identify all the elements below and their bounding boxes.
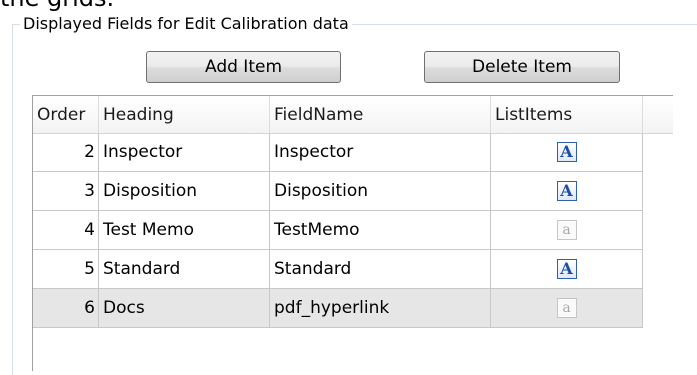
text-list-icon[interactable]: A (556, 142, 577, 162)
column-header-heading[interactable]: Heading (99, 96, 270, 133)
add-item-button[interactable]: Add Item (146, 51, 341, 83)
fieldname-cell[interactable]: TestMemo (270, 211, 491, 250)
groupbox-title: Displayed Fields for Edit Calibration da… (20, 14, 352, 34)
clipped-top-text: the grids. (0, 0, 114, 12)
order-cell[interactable]: 2 (33, 133, 99, 172)
heading-cell[interactable]: Standard (99, 250, 270, 289)
table-row[interactable]: 2 Inspector Inspector A (33, 133, 673, 172)
fields-grid[interactable]: Order Heading FieldName ListItems 2 Insp… (32, 95, 673, 371)
order-cell[interactable]: 6 (33, 289, 99, 328)
text-list-icon-inactive[interactable]: a (556, 220, 577, 240)
table-row-selected[interactable]: 6 Docs pdf_hyperlink a (33, 289, 673, 328)
listitems-cell[interactable]: A (491, 250, 643, 289)
order-cell[interactable]: 5 (33, 250, 99, 289)
fieldname-cell[interactable]: pdf_hyperlink (270, 289, 491, 328)
order-cell[interactable]: 4 (33, 211, 99, 250)
fieldname-cell[interactable]: Standard (270, 250, 491, 289)
delete-item-button[interactable]: Delete Item (424, 51, 620, 83)
column-header-fieldname[interactable]: FieldName (270, 96, 491, 133)
text-list-icon-inactive[interactable]: a (556, 298, 577, 318)
listitems-cell[interactable]: a (491, 289, 643, 328)
heading-cell[interactable]: Inspector (99, 133, 270, 172)
heading-cell[interactable]: Test Memo (99, 211, 270, 250)
text-list-icon[interactable]: A (556, 181, 577, 201)
fieldname-cell[interactable]: Inspector (270, 133, 491, 172)
heading-cell[interactable]: Disposition (99, 172, 270, 211)
table-row[interactable]: 4 Test Memo TestMemo a (33, 211, 673, 250)
table-row[interactable]: 3 Disposition Disposition A (33, 172, 673, 211)
fieldname-cell[interactable]: Disposition (270, 172, 491, 211)
listitems-cell[interactable]: A (491, 172, 643, 211)
heading-cell[interactable]: Docs (99, 289, 270, 328)
column-header-order[interactable]: Order (33, 96, 99, 133)
listitems-cell[interactable]: a (491, 211, 643, 250)
table-row[interactable]: 5 Standard Standard A (33, 250, 673, 289)
grid-header-row: Order Heading FieldName ListItems (33, 96, 673, 134)
column-header-listitems[interactable]: ListItems (491, 96, 643, 133)
order-cell[interactable]: 3 (33, 172, 99, 211)
text-list-icon[interactable]: A (556, 259, 577, 279)
listitems-cell[interactable]: A (491, 133, 643, 172)
